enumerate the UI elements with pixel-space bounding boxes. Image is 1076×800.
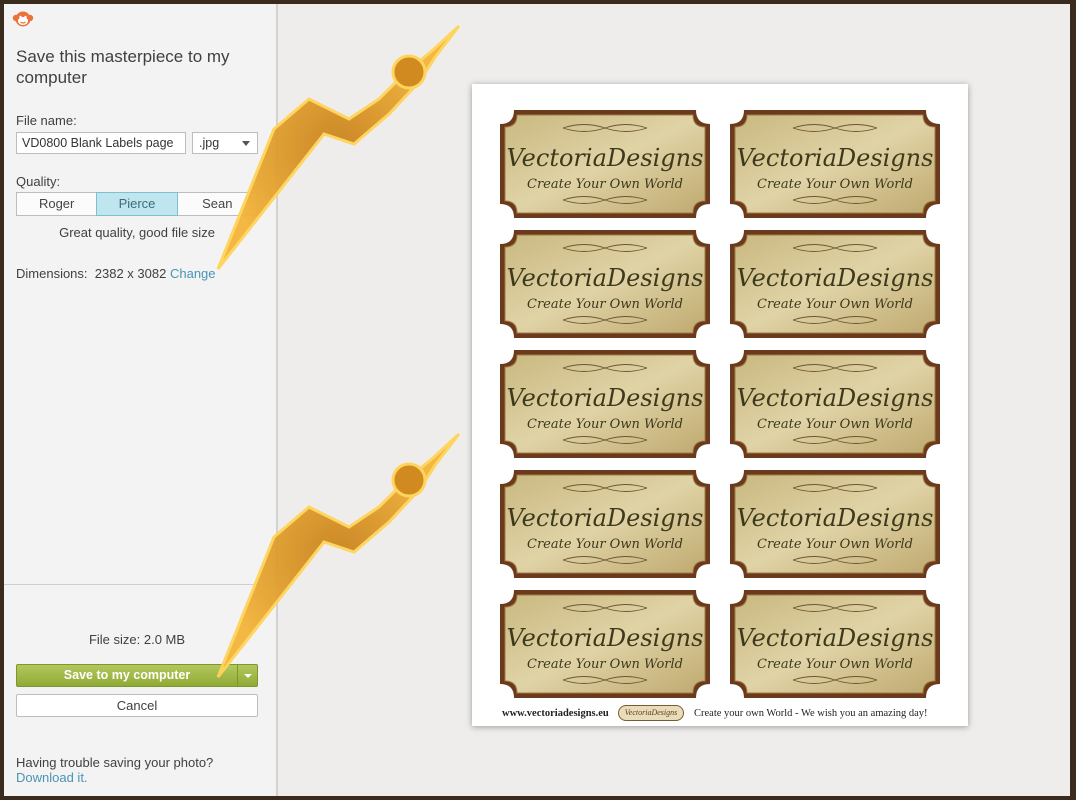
pointer-arrow-upper-icon	[216, 24, 461, 270]
label-tagline-text: Create Your Own World	[757, 417, 913, 432]
label-brand-text: VectoriaDesigns	[507, 144, 704, 172]
label-card: VectoriaDesigns Create Your Own World	[730, 470, 940, 578]
label-tagline-text: Create Your Own World	[527, 657, 683, 672]
quality-label: Quality:	[16, 174, 61, 189]
file-name-input[interactable]	[16, 132, 186, 154]
label-tagline-text: Create Your Own World	[757, 297, 913, 312]
label-card: VectoriaDesigns Create Your Own World	[730, 230, 940, 338]
label-brand-text: VectoriaDesigns	[507, 384, 704, 412]
label-card: VectoriaDesigns Create Your Own World	[730, 110, 940, 218]
monkey-face-icon[interactable]	[12, 10, 34, 28]
quality-option-pierce[interactable]: Pierce	[96, 192, 178, 216]
file-name-label: File name:	[16, 113, 77, 128]
label-card: VectoriaDesigns Create Your Own World	[500, 110, 710, 218]
label-brand-text: VectoriaDesigns	[507, 504, 704, 532]
footer-logo: VectoriaDesigns	[618, 705, 684, 721]
trouble-saving-text: Having trouble saving your photo?	[16, 755, 214, 770]
footer-logo-text: VectoriaDesigns	[624, 708, 678, 717]
label-card: VectoriaDesigns Create Your Own World	[730, 350, 940, 458]
label-card: VectoriaDesigns Create Your Own World	[500, 470, 710, 578]
app-frame: Save this masterpiece to my computer Fil…	[4, 4, 1070, 796]
quality-option-roger[interactable]: Roger	[16, 192, 98, 216]
label-tagline-text: Create Your Own World	[757, 657, 913, 672]
dimensions-row: Dimensions: 2382 x 3082 Change	[16, 266, 216, 281]
dimensions-value: 2382 x 3082	[94, 266, 167, 281]
label-card: VectoriaDesigns Create Your Own World	[730, 590, 940, 698]
download-it-link[interactable]: Download it.	[16, 770, 88, 785]
label-brand-text: VectoriaDesigns	[507, 264, 704, 292]
footer-url: www.vectoriadesigns.eu	[502, 708, 609, 719]
label-brand-text: VectoriaDesigns	[737, 384, 934, 412]
label-brand-text: VectoriaDesigns	[737, 624, 934, 652]
label-brand-text: VectoriaDesigns	[507, 624, 704, 652]
preview-page: VectoriaDesigns Create Your Own World Vect…	[472, 84, 968, 726]
dimensions-label: Dimensions:	[16, 266, 88, 281]
label-tagline-text: Create Your Own World	[757, 537, 913, 552]
label-tagline-text: Create Your Own World	[757, 177, 913, 192]
label-tagline-text: Create Your Own World	[527, 297, 683, 312]
label-tagline-text: Create Your Own World	[527, 537, 683, 552]
label-card: VectoriaDesigns Create Your Own World	[500, 350, 710, 458]
label-brand-text: VectoriaDesigns	[737, 504, 934, 532]
label-brand-text: VectoriaDesigns	[737, 144, 934, 172]
labels-grid: VectoriaDesignsCreate Your Own WorldVect…	[500, 110, 940, 698]
page-footer: www.vectoriadesigns.eu VectoriaDesigns C…	[472, 705, 968, 723]
label-tagline-text: Create Your Own World	[527, 417, 683, 432]
pointer-arrow-lower-icon	[216, 432, 461, 678]
label-brand-text: VectoriaDesigns	[737, 264, 934, 292]
cancel-button[interactable]: Cancel	[16, 694, 258, 717]
label-card: VectoriaDesigns Create Your Own World	[500, 590, 710, 698]
footer-tagline: Create your own World - We wish you an a…	[694, 708, 928, 719]
label-tagline-text: Create Your Own World	[527, 177, 683, 192]
label-card: VectoriaDesigns Create Your Own World	[500, 230, 710, 338]
